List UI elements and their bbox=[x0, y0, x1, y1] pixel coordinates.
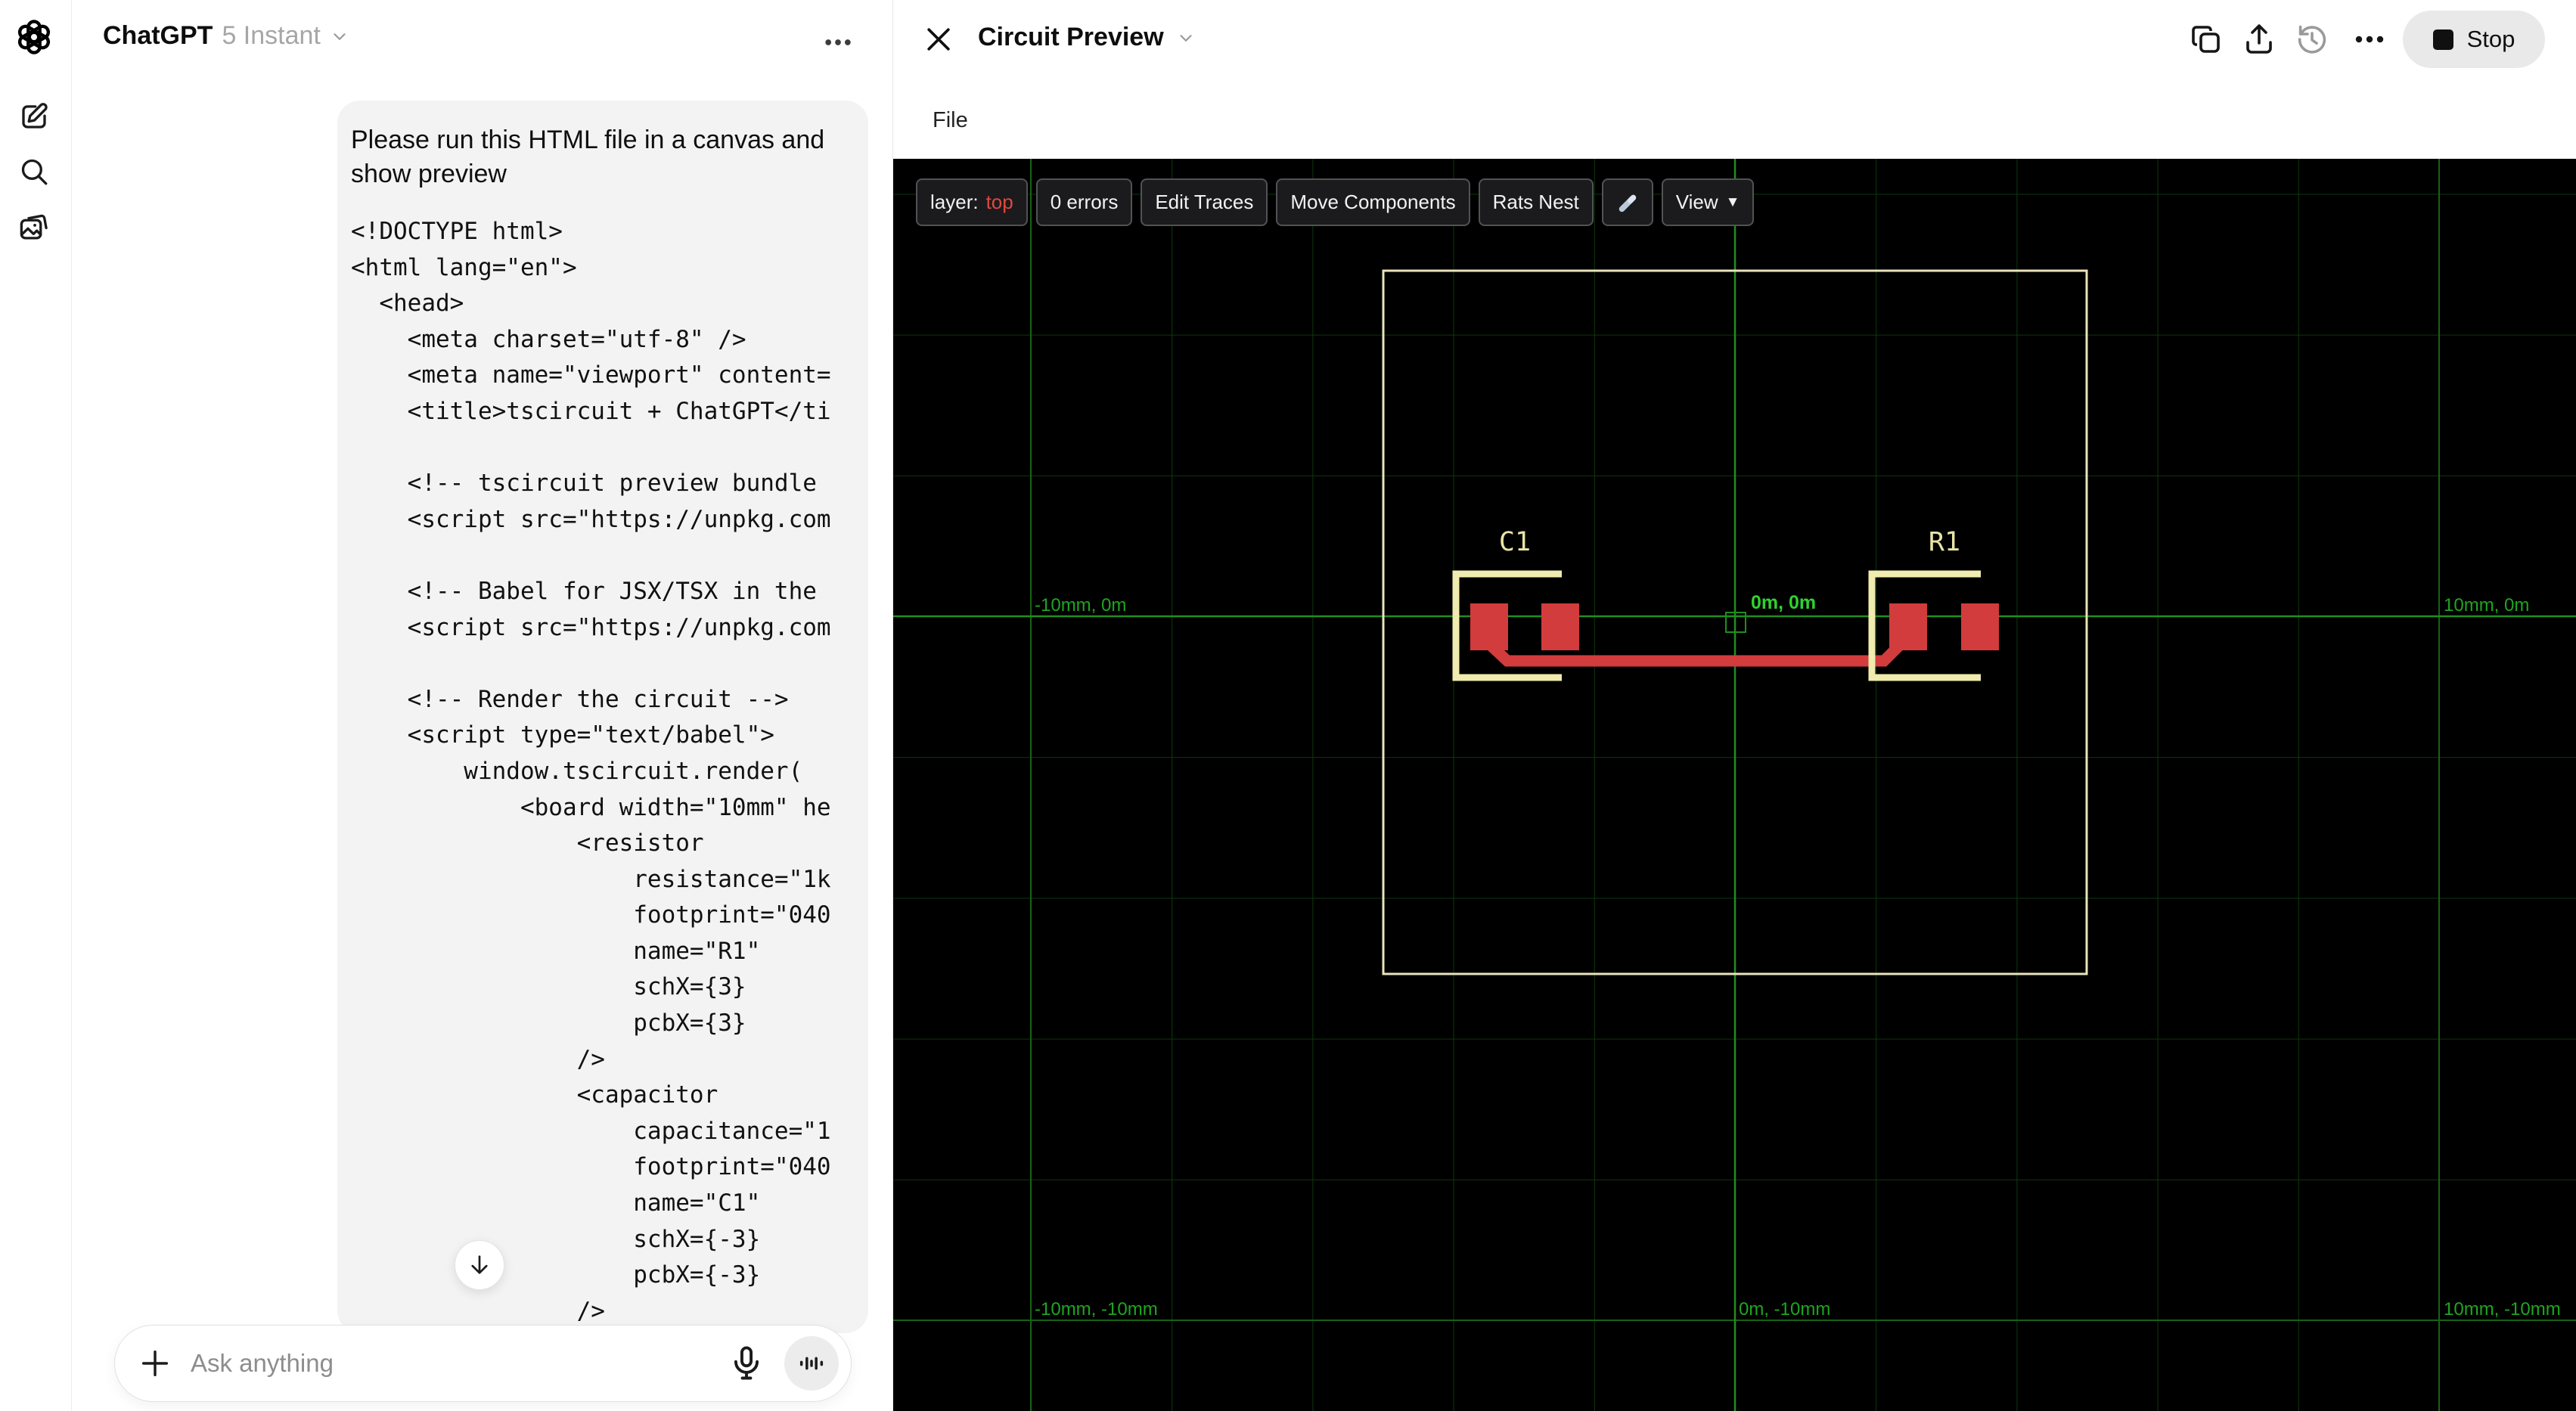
caret-down-icon: ▼ bbox=[1725, 194, 1740, 210]
new-chat-icon[interactable] bbox=[17, 100, 51, 135]
layer-value: top bbox=[985, 191, 1013, 213]
dictate-button[interactable] bbox=[727, 1344, 766, 1383]
edit-tool-button[interactable] bbox=[1601, 178, 1653, 226]
app-title: ChatGPT bbox=[103, 21, 213, 50]
canvas-panel: Circuit Preview Stop File C1 R1 -10mm, 0… bbox=[892, 0, 2576, 1411]
code-block: <!DOCTYPE html> <html lang="en"> <head> … bbox=[351, 218, 831, 1325]
file-menu[interactable]: File bbox=[925, 102, 976, 139]
canvas-title-dropdown[interactable]: Circuit Preview bbox=[978, 23, 1196, 52]
grid-label: 0m, -10mm bbox=[1739, 1299, 1830, 1320]
grid-label: -10mm, -10mm bbox=[1035, 1299, 1158, 1320]
move-components-button[interactable]: Move Components bbox=[1276, 178, 1470, 226]
pad bbox=[1541, 603, 1579, 650]
model-selector[interactable]: ChatGPT 5 Instant bbox=[103, 21, 349, 51]
grid-label: 10mm, -10mm bbox=[2444, 1299, 2561, 1320]
canvas-title: Circuit Preview bbox=[978, 23, 1164, 51]
search-icon[interactable] bbox=[17, 155, 51, 190]
more-options-icon bbox=[2355, 36, 2384, 43]
copy-icon bbox=[2192, 26, 2220, 53]
component-ref-label: R1 bbox=[1929, 527, 1960, 557]
composer: Ask anything bbox=[114, 1325, 852, 1402]
canvas-options-button[interactable] bbox=[2351, 21, 2388, 57]
attach-button[interactable] bbox=[138, 1346, 172, 1381]
close-icon bbox=[927, 28, 950, 51]
grid-label: 10mm, 0m bbox=[2444, 595, 2529, 616]
rats-nest-button[interactable]: Rats Nest bbox=[1478, 178, 1594, 226]
grid-label-origin: 0m, 0m bbox=[1751, 592, 1816, 613]
share-icon bbox=[2246, 24, 2272, 54]
conversation-options-button[interactable] bbox=[821, 26, 855, 53]
library-icon[interactable] bbox=[17, 210, 51, 245]
share-button[interactable] bbox=[2241, 21, 2277, 57]
sidebar-rail bbox=[0, 0, 72, 1411]
pad bbox=[1889, 603, 1927, 650]
chevron-down-icon bbox=[334, 33, 346, 40]
voice-mode-icon bbox=[799, 1357, 824, 1370]
model-name: 5 Instant bbox=[222, 21, 321, 50]
plus-icon bbox=[141, 1350, 169, 1377]
chat-input[interactable]: Ask anything bbox=[191, 1349, 727, 1378]
chevron-down-icon bbox=[1180, 34, 1192, 42]
history-button[interactable] bbox=[2294, 21, 2330, 57]
view-menu-button[interactable]: View ▼ bbox=[1661, 178, 1755, 226]
pcb-canvas[interactable]: C1 R1 -10mm, 0m 0m, 0m 10mm, 0m -10mm, -… bbox=[893, 159, 2576, 1411]
arrow-down-icon bbox=[471, 1255, 488, 1274]
user-message-bubble: Please run this HTML file in a canvas an… bbox=[337, 101, 868, 1333]
pad bbox=[1470, 603, 1508, 650]
canvas-header: Circuit Preview Stop bbox=[893, 0, 2576, 79]
pad bbox=[1961, 603, 1999, 650]
scroll-to-bottom-button[interactable] bbox=[455, 1240, 504, 1290]
component-ref-label: C1 bbox=[1499, 527, 1531, 557]
pencil-icon bbox=[1619, 194, 1637, 212]
mic-icon bbox=[734, 1346, 759, 1380]
chat-header: ChatGPT 5 Instant bbox=[73, 0, 892, 79]
errors-button[interactable]: 0 errors bbox=[1035, 178, 1133, 226]
canvas-menubar: File PCB Schematic 3D ••• bbox=[893, 79, 2576, 228]
layer-selector-button[interactable]: layer: top bbox=[916, 178, 1028, 226]
app-window: ChatGPT 5 Instant Please run this HTML f… bbox=[0, 0, 2576, 1411]
voice-mode-button[interactable] bbox=[784, 1336, 839, 1391]
stop-icon bbox=[2432, 29, 2453, 50]
edit-traces-button[interactable]: Edit Traces bbox=[1141, 178, 1268, 226]
more-options-icon bbox=[825, 39, 851, 45]
chat-panel: ChatGPT 5 Instant Please run this HTML f… bbox=[73, 0, 892, 1411]
grid-label: -10mm, 0m bbox=[1035, 595, 1126, 616]
pcb-viewport[interactable]: C1 R1 -10mm, 0m 0m, 0m 10mm, 0m -10mm, -… bbox=[893, 159, 2576, 1411]
pcb-toolbar: layer: top 0 errors Edit Traces Move Com… bbox=[916, 178, 1755, 226]
stop-button[interactable]: Stop bbox=[2403, 11, 2545, 68]
user-message-text: Please run this HTML file in a canvas an… bbox=[351, 126, 825, 188]
openai-logo bbox=[17, 20, 51, 54]
close-canvas-button[interactable] bbox=[922, 23, 955, 56]
copy-button[interactable] bbox=[2188, 21, 2224, 57]
history-icon bbox=[2298, 25, 2326, 54]
